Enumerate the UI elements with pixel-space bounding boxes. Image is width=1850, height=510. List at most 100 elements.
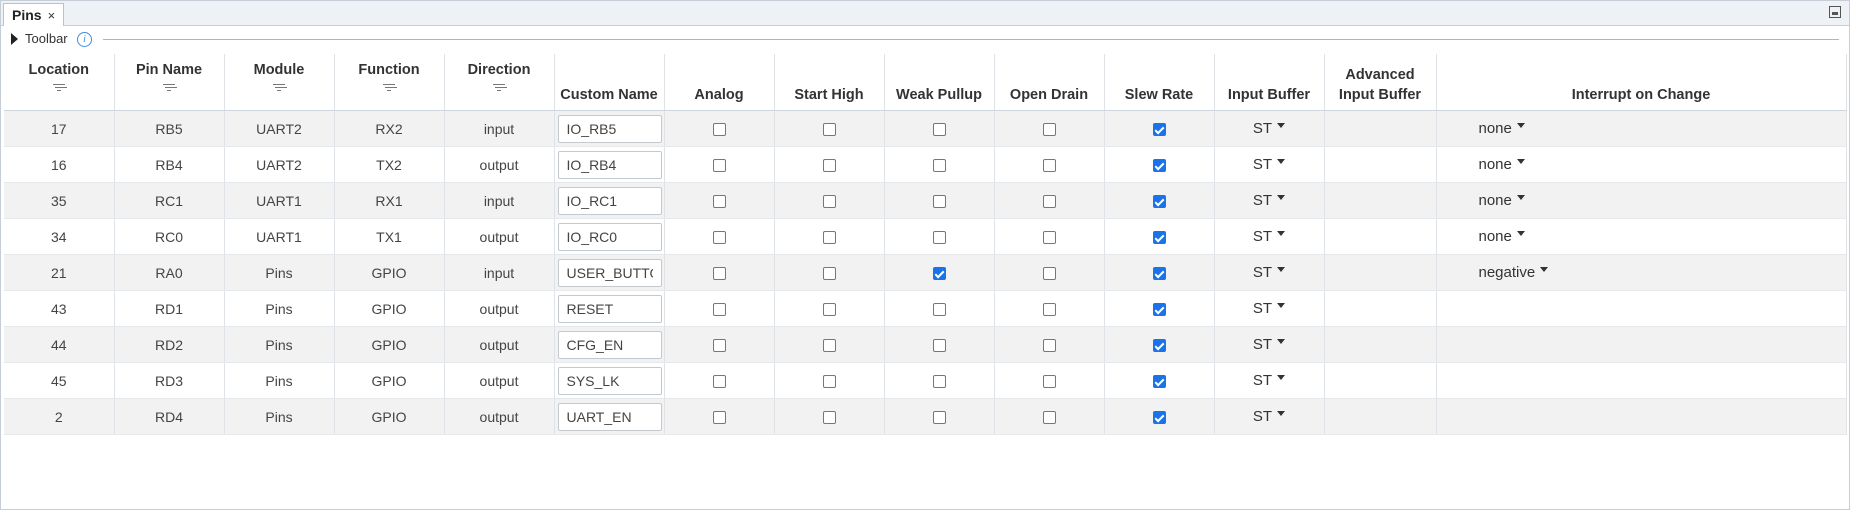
custom-name-input[interactable]: [557, 150, 662, 179]
interrupt-on-change-dropdown[interactable]: negative: [1479, 264, 1549, 281]
filter-icon[interactable]: [273, 82, 285, 92]
input-buffer-dropdown[interactable]: ST: [1253, 408, 1286, 425]
slew-rate-checkbox[interactable]: [1152, 339, 1166, 353]
weak-pullup-checkbox[interactable]: [932, 375, 946, 389]
expand-arrow-icon[interactable]: [11, 33, 18, 45]
input-buffer-dropdown[interactable]: ST: [1253, 120, 1286, 137]
weak-pullup-checkbox[interactable]: [932, 303, 946, 317]
column-header[interactable]: Function: [334, 54, 445, 111]
custom-name-input[interactable]: [557, 186, 662, 215]
start-high-checkbox[interactable]: [822, 123, 836, 137]
cell-interrupt-on-change: [1436, 290, 1847, 327]
custom-name-input[interactable]: [557, 366, 662, 395]
interrupt-on-change-dropdown[interactable]: none: [1479, 228, 1525, 245]
column-header: Weak Pullup: [884, 54, 995, 111]
weak-pullup-checkbox[interactable]: [932, 411, 946, 425]
slew-rate-checkbox[interactable]: [1152, 123, 1166, 137]
open-drain-checkbox[interactable]: [1042, 123, 1056, 137]
analog-checkbox[interactable]: [712, 231, 726, 245]
input-buffer-dropdown[interactable]: ST: [1253, 372, 1286, 389]
analog-checkbox[interactable]: [712, 303, 726, 317]
start-high-checkbox[interactable]: [822, 303, 836, 317]
slew-rate-checkbox[interactable]: [1152, 159, 1166, 173]
interrupt-on-change-dropdown[interactable]: none: [1479, 120, 1525, 137]
filter-icon[interactable]: [52, 82, 65, 92]
filter-icon[interactable]: [493, 82, 505, 92]
slew-rate-checkbox[interactable]: [1152, 303, 1166, 317]
cell-custom-name: [554, 398, 665, 435]
analog-checkbox[interactable]: [712, 375, 726, 389]
weak-pullup-checkbox[interactable]: [932, 339, 946, 353]
tab-pins[interactable]: Pins ×: [3, 3, 65, 26]
slew-rate-checkbox[interactable]: [1152, 375, 1166, 389]
column-header[interactable]: Pin Name: [114, 54, 225, 111]
column-header[interactable]: Location: [4, 54, 115, 111]
slew-rate-checkbox[interactable]: [1152, 411, 1166, 425]
analog-checkbox[interactable]: [712, 123, 726, 137]
open-drain-checkbox[interactable]: [1042, 411, 1056, 425]
minimize-icon[interactable]: [1829, 6, 1841, 18]
toolbar-toggle-label[interactable]: Toolbar: [25, 31, 68, 46]
input-buffer-dropdown[interactable]: ST: [1253, 228, 1286, 245]
input-buffer-dropdown[interactable]: ST: [1253, 264, 1286, 281]
start-high-checkbox[interactable]: [822, 411, 836, 425]
start-high-checkbox[interactable]: [822, 267, 836, 281]
open-drain-checkbox[interactable]: [1042, 339, 1056, 353]
weak-pullup-checkbox[interactable]: [932, 159, 946, 173]
start-high-checkbox[interactable]: [822, 159, 836, 173]
cell-weak-pullup: [884, 218, 995, 255]
open-drain-checkbox[interactable]: [1042, 159, 1056, 173]
open-drain-checkbox[interactable]: [1042, 267, 1056, 281]
cell-module: Pins: [224, 398, 335, 435]
weak-pullup-checkbox[interactable]: [932, 123, 946, 137]
start-high-checkbox[interactable]: [822, 375, 836, 389]
cell-location: 2: [4, 398, 115, 435]
input-buffer-dropdown[interactable]: ST: [1253, 192, 1286, 209]
analog-checkbox[interactable]: [712, 159, 726, 173]
start-high-checkbox[interactable]: [822, 339, 836, 353]
weak-pullup-checkbox[interactable]: [932, 195, 946, 209]
input-buffer-dropdown[interactable]: ST: [1253, 156, 1286, 173]
slew-rate-checkbox[interactable]: [1152, 231, 1166, 245]
table-row: 16RB4UART2TX2output ST none: [4, 146, 1847, 183]
cell-open-drain: [994, 326, 1105, 363]
info-icon[interactable]: i: [77, 32, 92, 47]
cell-slew-rate: [1104, 398, 1215, 435]
filter-icon[interactable]: [163, 82, 175, 92]
input-buffer-dropdown[interactable]: ST: [1253, 300, 1286, 317]
custom-name-input[interactable]: [557, 402, 662, 431]
custom-name-input[interactable]: [557, 294, 662, 323]
slew-rate-checkbox[interactable]: [1152, 195, 1166, 209]
filter-icon[interactable]: [383, 82, 395, 92]
cell-function: GPIO: [334, 362, 445, 399]
analog-checkbox[interactable]: [712, 339, 726, 353]
cell-function: RX2: [334, 110, 445, 147]
cell-start-high: [774, 290, 885, 327]
custom-name-input[interactable]: [557, 258, 662, 287]
start-high-checkbox[interactable]: [822, 231, 836, 245]
analog-checkbox[interactable]: [712, 267, 726, 281]
start-high-checkbox[interactable]: [822, 195, 836, 209]
column-header[interactable]: Module: [224, 54, 335, 111]
weak-pullup-checkbox[interactable]: [932, 267, 946, 281]
custom-name-input[interactable]: [557, 222, 662, 251]
interrupt-on-change-dropdown[interactable]: none: [1479, 156, 1525, 173]
input-buffer-dropdown[interactable]: ST: [1253, 336, 1286, 353]
column-header[interactable]: Direction: [444, 54, 555, 111]
analog-checkbox[interactable]: [712, 195, 726, 209]
analog-checkbox[interactable]: [712, 411, 726, 425]
cell-direction: output: [444, 326, 555, 363]
toolbar-section: Toolbar i: [1, 26, 1849, 53]
open-drain-checkbox[interactable]: [1042, 231, 1056, 245]
cell-direction: output: [444, 218, 555, 255]
interrupt-on-change-dropdown[interactable]: none: [1479, 192, 1525, 209]
custom-name-input[interactable]: [557, 114, 662, 143]
open-drain-checkbox[interactable]: [1042, 303, 1056, 317]
custom-name-input[interactable]: [557, 330, 662, 359]
weak-pullup-checkbox[interactable]: [932, 231, 946, 245]
column-header: Analog: [664, 54, 775, 111]
open-drain-checkbox[interactable]: [1042, 195, 1056, 209]
open-drain-checkbox[interactable]: [1042, 375, 1056, 389]
slew-rate-checkbox[interactable]: [1152, 267, 1166, 281]
close-icon[interactable]: ×: [48, 8, 56, 23]
